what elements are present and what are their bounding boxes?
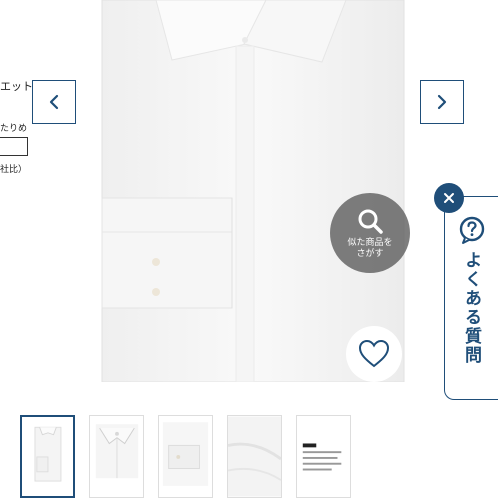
thumbnail-collar-detail[interactable]	[89, 415, 144, 498]
search-similar-label-line2: さがす	[356, 248, 384, 258]
search-similar-label-line1: 似た商品を	[347, 236, 393, 247]
search-similar-button[interactable]: 似た商品を さがす	[330, 193, 410, 273]
side-box	[0, 137, 28, 156]
thumbnail-image	[162, 422, 209, 486]
side-text-line: エット	[0, 81, 33, 93]
product-main-image	[101, 0, 405, 382]
thumbnail-strip	[20, 415, 351, 498]
search-similar-label: 似た商品を さがす	[347, 237, 392, 260]
side-text-line: たりめ	[0, 123, 28, 133]
search-icon	[358, 209, 383, 234]
thumbnail-fabric-detail[interactable]	[227, 415, 282, 498]
faq-close-button[interactable]	[434, 183, 464, 213]
thumbnail-image	[228, 416, 281, 497]
faq-label: よくある質問	[461, 251, 481, 365]
thumbnail-image	[95, 424, 139, 479]
chevron-left-icon	[49, 94, 59, 110]
chevron-right-icon	[437, 94, 447, 110]
product-image-viewer: エット たりめ 社比） 似た商品を さがす	[0, 0, 498, 400]
next-image-button[interactable]	[420, 80, 464, 124]
thumbnail-image	[297, 416, 350, 497]
faq-tab[interactable]: よくある質問	[444, 196, 498, 400]
question-chat-icon	[459, 216, 484, 244]
thumbnail-image	[34, 426, 62, 482]
heart-icon	[358, 339, 390, 368]
thumbnail-cuff-detail[interactable]	[158, 415, 213, 498]
favorite-button[interactable]	[346, 326, 402, 382]
thumbnail-folded-shirt[interactable]	[20, 415, 75, 498]
prev-image-button[interactable]	[32, 80, 76, 124]
side-text-line: 社比）	[0, 164, 28, 174]
thumbnail-label-tag[interactable]	[296, 415, 351, 498]
close-icon	[444, 193, 454, 203]
